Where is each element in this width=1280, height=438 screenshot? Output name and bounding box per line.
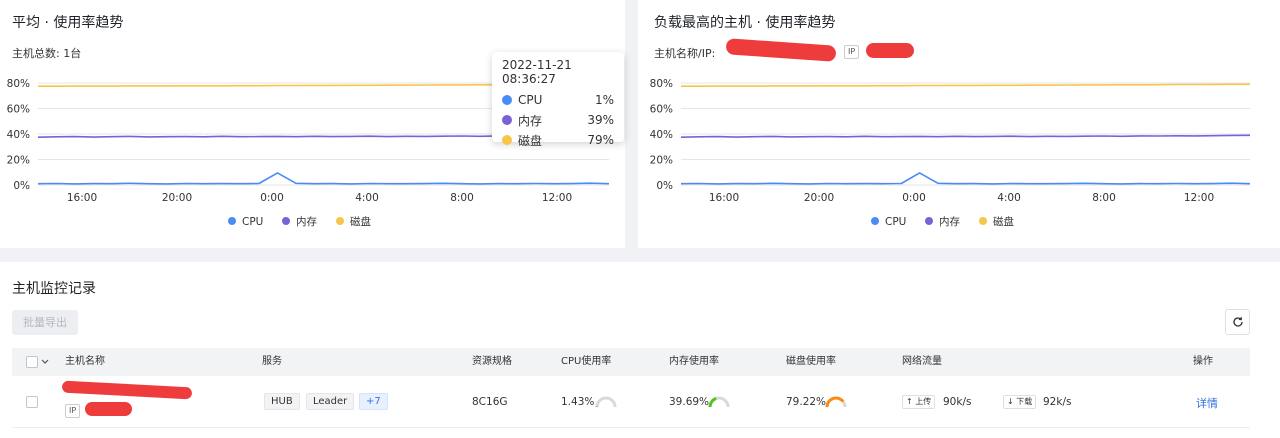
tooltip-value: 79% <box>587 133 614 147</box>
series-line-cpu <box>680 172 1251 185</box>
upload-badge: ↑ 上传 <box>902 395 936 409</box>
legend-label[interactable]: CPU <box>242 216 263 228</box>
tooltip-row-cpu: CPU 1% <box>502 90 614 110</box>
mem-gauge-icon <box>708 396 730 408</box>
tooltip-time: 2022-11-21 08:36:27 <box>502 58 572 86</box>
mem-dot-icon <box>502 115 512 125</box>
cpu-gauge-icon <box>595 396 617 408</box>
legend-label[interactable]: CPU <box>885 216 906 228</box>
legend-label[interactable]: 内存 <box>939 215 960 228</box>
y-tick-label: 0% <box>13 180 30 192</box>
tooltip-label: 磁盘 <box>518 133 543 148</box>
refresh-button[interactable] <box>1225 309 1250 335</box>
col-host-name: 主机名称 <box>65 356 105 367</box>
col-service: 服务 <box>262 356 282 367</box>
y-tick-label: 40% <box>650 129 673 141</box>
legend-marker[interactable] <box>925 217 933 225</box>
redacted-ip <box>85 402 132 416</box>
disk-usage-value: 79.22% <box>786 396 827 408</box>
table-row: IP HUB Leader +7 8C16G 1.43% 39.69% 79.2… <box>12 376 1250 428</box>
ip-badge: IP <box>65 404 81 418</box>
y-tick-label: 80% <box>7 78 30 90</box>
top-host-usage-chart[interactable]: 0% 20% 40% 60% 80% 16:00 20:00 0:00 4:00 8:00 12:0… <box>638 0 1280 248</box>
series-line-disk <box>681 83 1250 87</box>
x-tick-label: 4:00 <box>355 192 379 204</box>
spec-value: 8C16G <box>472 396 508 408</box>
x-tick-label: 16:00 <box>67 192 97 204</box>
more-services-tag[interactable]: +7 <box>359 393 388 410</box>
chart-tooltip: 2022-11-21 08:36:27 CPU 1% 内存 39% 磁盘 79% <box>492 52 624 148</box>
x-tick-label: 8:00 <box>1092 192 1116 204</box>
refresh-icon <box>1232 317 1243 327</box>
records-title: 主机监控记录 <box>12 281 96 297</box>
disk-dot-icon <box>502 135 512 145</box>
top-host-usage-card: 负载最高的主机 · 使用率趋势 主机名称/IP: IP 0% 20% 40% 60% 8… <box>638 0 1280 248</box>
table-header: 主机名称 服务 资源规格 CPU使用率 内存使用率 磁盘使用率 网络流量 操作 <box>12 348 1250 376</box>
disk-gauge-icon <box>825 396 847 408</box>
y-tick-label: 20% <box>7 155 30 167</box>
legend-marker[interactable] <box>228 217 236 225</box>
x-tick-label: 16:00 <box>709 192 739 204</box>
tooltip-row-disk: 磁盘 79% <box>502 130 614 150</box>
mem-usage-value: 39.69% <box>669 396 710 408</box>
series-line-cpu <box>37 172 610 185</box>
tooltip-label: CPU <box>518 93 543 107</box>
details-link[interactable]: 详情 <box>1196 395 1218 411</box>
download-value: 92k/s <box>1043 396 1072 408</box>
x-tick-label: 20:00 <box>804 192 834 204</box>
cpu-dot-icon <box>502 95 512 105</box>
x-tick-label: 4:00 <box>997 192 1021 204</box>
host-monitor-records: 主机监控记录 批量导出 主机名称 服务 资源规格 CPU使用率 内存使用率 磁盘… <box>0 262 1280 438</box>
y-tick-label: 60% <box>650 104 673 116</box>
tooltip-label: 内存 <box>518 113 543 128</box>
legend-marker[interactable] <box>871 217 879 225</box>
tooltip-row-mem: 内存 39% <box>502 110 614 130</box>
legend-marker[interactable] <box>282 217 290 225</box>
y-tick-label: 0% <box>656 180 673 192</box>
x-tick-label: 0:00 <box>260 192 284 204</box>
x-tick-label: 8:00 <box>450 192 474 204</box>
batch-export-button[interactable]: 批量导出 <box>12 310 78 335</box>
col-spec: 资源规格 <box>472 356 512 367</box>
y-tick-label: 60% <box>7 104 30 116</box>
download-badge: ↓ 下载 <box>1003 395 1037 409</box>
col-cpu: CPU使用率 <box>561 356 612 367</box>
col-network: 网络流量 <box>902 356 942 367</box>
y-tick-label: 20% <box>650 155 673 167</box>
tooltip-value: 1% <box>594 93 614 107</box>
tooltip-value: 39% <box>587 113 614 127</box>
x-tick-label: 12:00 <box>542 192 572 204</box>
avg-usage-card: 平均 · 使用率趋势 主机总数: 1台 0% 20% 40% 60% 80% 16:00 2… <box>0 0 625 248</box>
legend-label[interactable]: 内存 <box>296 215 317 228</box>
col-action: 操作 <box>1193 356 1213 367</box>
legend-label[interactable]: 磁盘 <box>993 215 1014 228</box>
y-tick-label: 80% <box>650 78 673 90</box>
select-all-checkbox[interactable] <box>26 356 38 368</box>
col-mem: 内存使用率 <box>669 356 719 367</box>
legend-marker[interactable] <box>336 217 344 225</box>
row-checkbox[interactable] <box>26 396 38 408</box>
cpu-usage-value: 1.43% <box>561 396 595 408</box>
upload-value: 90k/s <box>943 396 972 408</box>
x-tick-label: 20:00 <box>162 192 192 204</box>
service-tag: HUB <box>264 393 300 410</box>
legend-marker[interactable] <box>979 217 987 225</box>
col-disk: 磁盘使用率 <box>786 356 836 367</box>
y-tick-label: 40% <box>7 129 30 141</box>
legend-label[interactable]: 磁盘 <box>350 215 371 228</box>
series-line-mem <box>680 134 1251 138</box>
chevron-down-icon[interactable] <box>41 359 49 365</box>
redacted-hostname <box>61 380 193 400</box>
service-tag: Leader <box>306 393 355 410</box>
x-tick-label: 0:00 <box>902 192 926 204</box>
x-tick-label: 12:00 <box>1184 192 1214 204</box>
